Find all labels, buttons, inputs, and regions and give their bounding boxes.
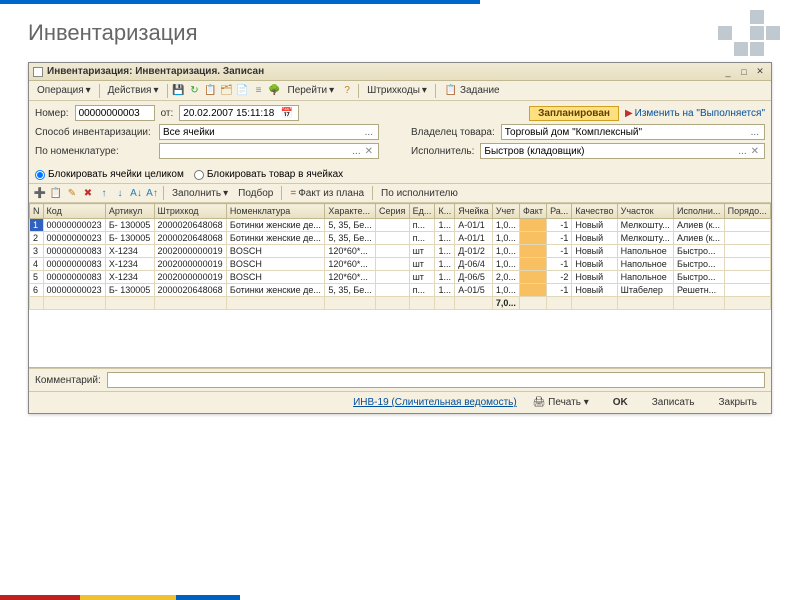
column-header[interactable]: Ра...: [547, 204, 572, 219]
table-row[interactable]: 500000000083Х-12342002000000019BOSCH120*…: [30, 271, 771, 284]
column-header[interactable]: Артикул: [105, 204, 154, 219]
change-status-link[interactable]: ▶Изменить на "Выполняется": [625, 108, 765, 119]
table-row[interactable]: 300000000083Х-12342002000000019BOSCH120*…: [30, 245, 771, 258]
window-title: Инвентаризация: Инвентаризация. Записан: [47, 66, 721, 77]
copy-row-icon[interactable]: 📋: [49, 186, 63, 200]
goto-menu[interactable]: Перейти ▾: [284, 83, 339, 98]
print-button[interactable]: 🖨 Печать ▾: [525, 395, 597, 410]
column-header[interactable]: Номенклатура: [226, 204, 324, 219]
sort-az-icon[interactable]: A↓: [129, 186, 143, 200]
fact-plan-button[interactable]: = Факт из плана: [286, 186, 368, 201]
decorative-squares: [718, 10, 780, 56]
barcodes-menu[interactable]: Штрихкоды ▾: [363, 83, 431, 98]
grid-toolbar: ➕ 📋 ✎ ✖ ↑ ↓ A↓ A↑ Заполнить ▾ Подбор = Ф…: [29, 183, 771, 203]
column-header[interactable]: Характе...: [325, 204, 376, 219]
method-label: Способ инвентаризации:: [35, 127, 153, 138]
number-label: Номер:: [35, 108, 69, 119]
column-header[interactable]: Порядо...: [724, 204, 770, 219]
column-header[interactable]: Качество: [572, 204, 617, 219]
ok-button[interactable]: OK: [605, 395, 636, 410]
block-goods-radio[interactable]: Блокировать товар в ячейках: [194, 169, 343, 180]
list-icon[interactable]: 📄: [236, 84, 250, 98]
date-input[interactable]: 20.02.2007 15:11:18📅: [179, 105, 299, 121]
sort-za-icon[interactable]: A↑: [145, 186, 159, 200]
app-icon: [33, 67, 43, 77]
block-cells-radio[interactable]: Блокировать ячейки целиком: [35, 169, 184, 180]
column-header[interactable]: Ячейка: [455, 204, 493, 219]
move-down-icon[interactable]: ↓: [113, 186, 127, 200]
column-header[interactable]: Штрихкод: [154, 204, 226, 219]
nomen-input[interactable]: ...✕: [159, 143, 379, 159]
calendar-icon: 📅: [279, 108, 295, 119]
form-area: Номер: от: 20.02.2007 15:11:18📅 Запланир…: [29, 101, 771, 166]
column-header[interactable]: Код: [43, 204, 105, 219]
data-table-wrap[interactable]: NКодАртикулШтрихкодНоменклатураХаракте..…: [29, 203, 771, 368]
arrow-right-icon: ▶: [625, 108, 633, 119]
inv19-link[interactable]: ИНВ-19 (Сличительная ведомость): [353, 397, 517, 408]
comment-label: Комментарий:: [35, 375, 101, 386]
column-header[interactable]: Серия: [376, 204, 410, 219]
equals-icon: =: [290, 188, 296, 199]
page-title: Инвентаризация: [0, 4, 800, 62]
select-button[interactable]: Подбор: [234, 186, 277, 201]
column-header[interactable]: Исполни...: [674, 204, 725, 219]
maximize-button[interactable]: □: [737, 66, 751, 78]
main-toolbar: Операция ▾ Действия ▾ 💾 ↻ 📋 🗂 📄 ≡ 🌳 Пере…: [29, 81, 771, 101]
method-input[interactable]: Все ячейки...: [159, 124, 379, 140]
comment-input[interactable]: [107, 372, 765, 388]
add-row-icon[interactable]: ➕: [33, 186, 47, 200]
data-table: NКодАртикулШтрихкодНоменклатураХаракте..…: [29, 203, 771, 310]
status-badge: Запланирован: [529, 106, 619, 121]
save-icon[interactable]: 💾: [172, 84, 186, 98]
nomen-label: По номенклатуре:: [35, 146, 153, 157]
column-header[interactable]: К...: [435, 204, 455, 219]
column-header[interactable]: Факт: [519, 204, 546, 219]
lines-icon[interactable]: ≡: [252, 84, 266, 98]
bottom-accent-bars: [0, 595, 800, 600]
structure-icon[interactable]: 🗂: [220, 84, 234, 98]
edit-row-icon[interactable]: ✎: [65, 186, 79, 200]
column-header[interactable]: Ед...: [409, 204, 435, 219]
column-header[interactable]: Участок: [617, 204, 673, 219]
table-row[interactable]: 600000000023Б- 1300052000020648068Ботинк…: [30, 284, 771, 297]
fill-menu[interactable]: Заполнить ▾: [168, 186, 232, 201]
table-row[interactable]: 100000000023Б- 1300052000020648068Ботинк…: [30, 219, 771, 232]
delete-row-icon[interactable]: ✖: [81, 186, 95, 200]
table-row[interactable]: 400000000083Х-12342002000000019BOSCH120*…: [30, 258, 771, 271]
help-icon[interactable]: ?: [340, 84, 354, 98]
close-form-button[interactable]: Закрыть: [710, 395, 765, 410]
executor-input[interactable]: Быстров (кладовщик)...✕: [480, 143, 765, 159]
from-label: от:: [161, 108, 174, 119]
report-icon[interactable]: 📋: [204, 84, 218, 98]
executor-label: Исполнитель:: [411, 146, 474, 157]
task-button[interactable]: 📋Задание: [440, 82, 504, 100]
owner-label: Владелец товара:: [411, 127, 495, 138]
footer: ИНВ-19 (Сличительная ведомость) 🖨 Печать…: [29, 391, 771, 413]
tree-icon[interactable]: 🌳: [268, 84, 282, 98]
save-button[interactable]: Записать: [644, 395, 703, 410]
titlebar: Инвентаризация: Инвентаризация. Записан …: [29, 63, 771, 81]
printer-icon: 🖨: [533, 397, 546, 408]
number-input[interactable]: [75, 105, 155, 121]
close-button[interactable]: ✕: [753, 66, 767, 78]
column-header[interactable]: N: [30, 204, 44, 219]
table-row[interactable]: 200000000023Б- 1300052000020648068Ботинк…: [30, 232, 771, 245]
radio-row: Блокировать ячейки целиком Блокировать т…: [29, 166, 771, 183]
refresh-icon[interactable]: ↻: [188, 84, 202, 98]
totals-row: 7,0...: [30, 297, 771, 310]
operation-menu[interactable]: Операция ▾: [33, 83, 95, 98]
by-executor-button[interactable]: По исполнителю: [377, 186, 462, 201]
owner-input[interactable]: Торговый дом "Комплексный"...: [501, 124, 765, 140]
app-window: Инвентаризация: Инвентаризация. Записан …: [28, 62, 772, 414]
comment-row: Комментарий:: [29, 368, 771, 391]
actions-menu[interactable]: Действия ▾: [104, 83, 163, 98]
column-header[interactable]: Учет: [492, 204, 519, 219]
minimize-button[interactable]: _: [721, 66, 735, 78]
move-up-icon[interactable]: ↑: [97, 186, 111, 200]
